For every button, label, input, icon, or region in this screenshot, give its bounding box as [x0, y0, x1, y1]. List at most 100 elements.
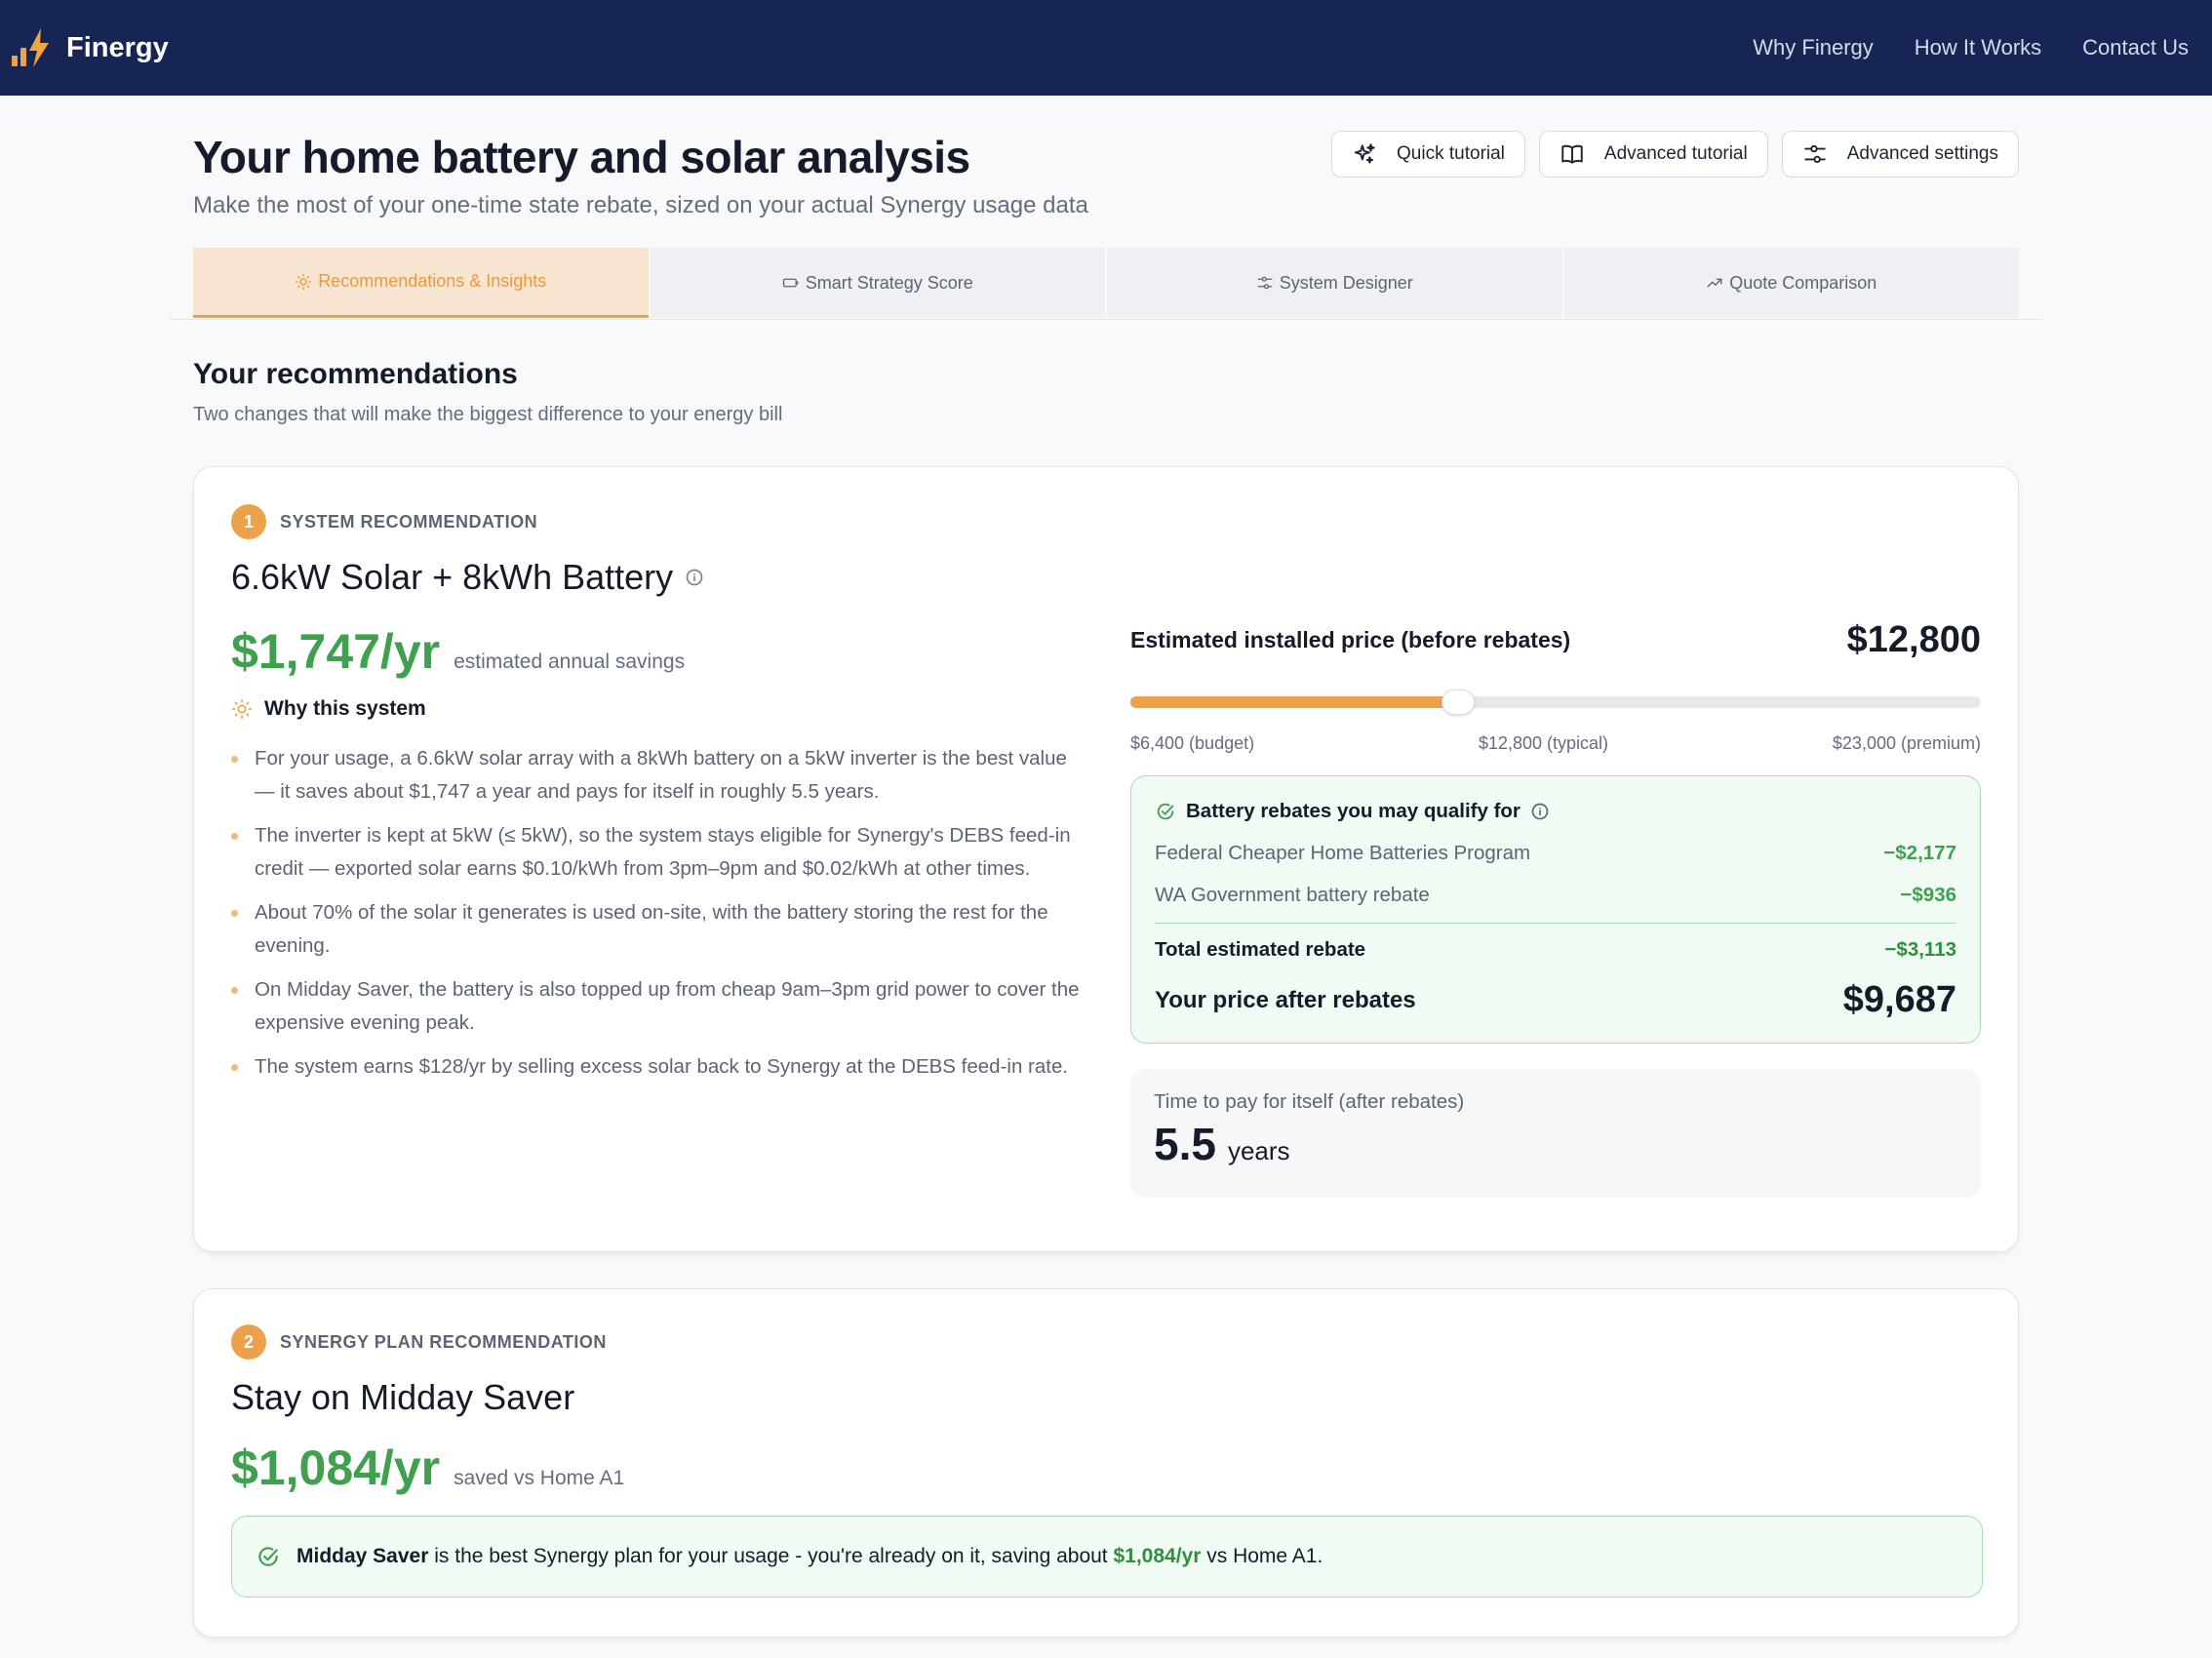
- category-label: SYNERGY PLAN RECOMMENDATION: [280, 1331, 607, 1352]
- price-label: Estimated installed price (before rebate…: [1130, 627, 1571, 652]
- plan-note-plan: Midday Saver: [296, 1545, 429, 1567]
- tab-label: Quote Comparison: [1729, 272, 1877, 293]
- sliders-icon: [1804, 144, 1826, 164]
- slider-max-label: $23,000 (premium): [1832, 733, 1981, 753]
- page-subtitle: Make the most of your one-time state reb…: [193, 192, 1088, 218]
- step-number-badge: 1: [231, 504, 266, 539]
- info-icon[interactable]: [1530, 802, 1550, 821]
- tab-bar: Recommendations & Insights Smart Strateg…: [193, 248, 2019, 318]
- why-this-system: Why this system: [231, 697, 426, 721]
- list-item: The system earns $128/yr by selling exce…: [231, 1050, 1089, 1084]
- rebate-title: Battery rebates you may qualify for: [1186, 800, 1521, 822]
- sliders-icon: [1257, 276, 1273, 290]
- nav-why-finergy[interactable]: Why Finergy: [1753, 35, 1873, 60]
- category-label: SYSTEM RECOMMENDATION: [280, 511, 538, 532]
- plan-note-amount: $1,084/yr: [1113, 1545, 1202, 1567]
- tab-system-designer[interactable]: System Designer: [1107, 248, 1562, 318]
- price-value: $12,800: [1846, 619, 1981, 660]
- sun-icon: [296, 273, 312, 290]
- advanced-settings-label: Advanced settings: [1846, 143, 1998, 164]
- nav-contact-us[interactable]: Contact Us: [2082, 35, 2189, 60]
- tab-label: Smart Strategy Score: [805, 272, 973, 293]
- brand-name: Finergy: [66, 31, 169, 63]
- advanced-settings-button[interactable]: Advanced settings: [1781, 131, 2019, 178]
- system-recommendation-card: 1 SYSTEM RECOMMENDATION 6.6kW Solar + 8k…: [193, 466, 2019, 1252]
- slider-handle[interactable]: [1442, 690, 1476, 715]
- rebate-amount: −$936: [1900, 884, 1956, 906]
- top-navbar: Finergy Why Finergy How It Works Contact…: [0, 0, 2212, 96]
- tool-buttons: Quick tutorial Advanced tutorial Advance…: [1331, 131, 2019, 178]
- after-rebates-value: $9,687: [1842, 979, 1956, 1020]
- tab-quote-comparison[interactable]: Quote Comparison: [1563, 248, 2019, 318]
- slider-labels: $6,400 (budget) $12,800 (typical) $23,00…: [1130, 733, 1981, 754]
- finergy-logo-icon: [12, 28, 49, 67]
- sparkles-icon: [1354, 143, 1375, 164]
- list-item: For your usage, a 6.6kW solar array with…: [231, 742, 1089, 809]
- savings-label: saved vs Home A1: [454, 1467, 625, 1489]
- savings-value: $1,084/yr: [231, 1441, 441, 1495]
- tab-recommendations-insights[interactable]: Recommendations & Insights: [193, 248, 649, 318]
- rebate-name: Federal Cheaper Home Batteries Program: [1155, 842, 1531, 864]
- brand[interactable]: Finergy: [10, 26, 169, 69]
- price-after-rebates-row: Your price after rebates $9,687: [1155, 979, 1956, 1021]
- quick-tutorial-label: Quick tutorial: [1397, 143, 1505, 164]
- info-icon[interactable]: [685, 568, 704, 587]
- system-savings: $1,747/yr estimated annual savings: [231, 623, 685, 680]
- slider-mid-label: $12,800 (typical): [1478, 733, 1609, 753]
- list-item: About 70% of the solar it generates is u…: [231, 896, 1089, 963]
- plan-title: Stay on Midday Saver: [231, 1377, 574, 1418]
- after-rebates-label: Your price after rebates: [1155, 986, 1416, 1013]
- list-item: On Midday Saver, the battery is also top…: [231, 973, 1089, 1040]
- plan-note: Midday Saver is the best Synergy plan fo…: [231, 1516, 1983, 1598]
- list-item: The inverter is kept at 5kW (≤ 5kW), so …: [231, 819, 1089, 886]
- rebate-divider: [1155, 923, 1956, 924]
- tab-smart-strategy-score[interactable]: Smart Strategy Score: [650, 248, 1105, 318]
- plan-note-end: vs Home A1.: [1201, 1545, 1323, 1567]
- plan-recommendation-card: 2 SYNERGY PLAN RECOMMENDATION Stay on Mi…: [193, 1288, 2019, 1638]
- tabs-divider: [170, 319, 2042, 320]
- tab-label: Recommendations & Insights: [318, 271, 547, 291]
- payback-line: 5.5 years: [1154, 1118, 1957, 1170]
- rebate-total-row: Total estimated rebate −$3,113: [1155, 938, 1956, 962]
- page-title: Your home battery and solar analysis: [193, 132, 970, 182]
- plan-note-text: Midday Saver is the best Synergy plan fo…: [296, 1545, 1323, 1568]
- system-recommendation-header: 1 SYSTEM RECOMMENDATION: [231, 504, 537, 539]
- rebate-row-federal: Federal Cheaper Home Batteries Program −…: [1155, 842, 1956, 865]
- plan-savings: $1,084/yr saved vs Home A1: [231, 1440, 624, 1496]
- plan-recommendation-header: 2 SYNERGY PLAN RECOMMENDATION: [231, 1324, 607, 1360]
- slider-fill: [1130, 696, 1459, 708]
- battery-icon: [782, 278, 799, 288]
- tab-label: System Designer: [1279, 272, 1413, 293]
- nav-how-it-works[interactable]: How It Works: [1915, 35, 2041, 60]
- slider-min-label: $6,400 (budget): [1130, 733, 1255, 753]
- rebate-amount: −$2,177: [1883, 842, 1956, 864]
- main-nav: Why Finergy How It Works Contact Us: [1753, 35, 2189, 60]
- savings-value: $1,747/yr: [231, 624, 441, 679]
- system-title: 6.6kW Solar + 8kWh Battery: [231, 557, 704, 598]
- check-circle-icon: [1157, 803, 1174, 820]
- trend-up-icon: [1707, 278, 1722, 288]
- savings-label: estimated annual savings: [454, 651, 686, 673]
- payback-label: Time to pay for itself (after rebates): [1154, 1090, 1465, 1113]
- quick-tutorial-button[interactable]: Quick tutorial: [1331, 131, 1525, 178]
- recommendations-subtitle: Two changes that will make the biggest d…: [193, 404, 783, 425]
- price-block: Estimated installed price (before rebate…: [1130, 619, 1981, 1198]
- why-title: Why this system: [264, 697, 426, 720]
- book-open-icon: [1561, 144, 1583, 164]
- recommendations-title: Your recommendations: [193, 358, 518, 390]
- payback-value: 5.5: [1154, 1119, 1216, 1169]
- reasons-list: For your usage, a 6.6kW solar array with…: [231, 742, 1089, 1094]
- payback-unit: years: [1227, 1136, 1290, 1165]
- payback-box: Time to pay for itself (after rebates) 5…: [1130, 1069, 1981, 1198]
- check-circle-icon: [258, 1547, 278, 1566]
- price-slider[interactable]: [1130, 690, 1981, 715]
- plan-title-text: Stay on Midday Saver: [231, 1377, 575, 1417]
- rebate-row-wa: WA Government battery rebate −$936: [1155, 884, 1956, 907]
- sun-icon: [232, 699, 252, 719]
- advanced-tutorial-button[interactable]: Advanced tutorial: [1538, 131, 1768, 178]
- rebate-total-amount: −$3,113: [1884, 938, 1956, 961]
- rebate-header: Battery rebates you may qualify for: [1155, 800, 1956, 823]
- plan-note-middle: is the best Synergy plan for your usage …: [428, 1545, 1114, 1567]
- rebate-name: WA Government battery rebate: [1155, 884, 1430, 906]
- advanced-tutorial-label: Advanced tutorial: [1603, 143, 1748, 164]
